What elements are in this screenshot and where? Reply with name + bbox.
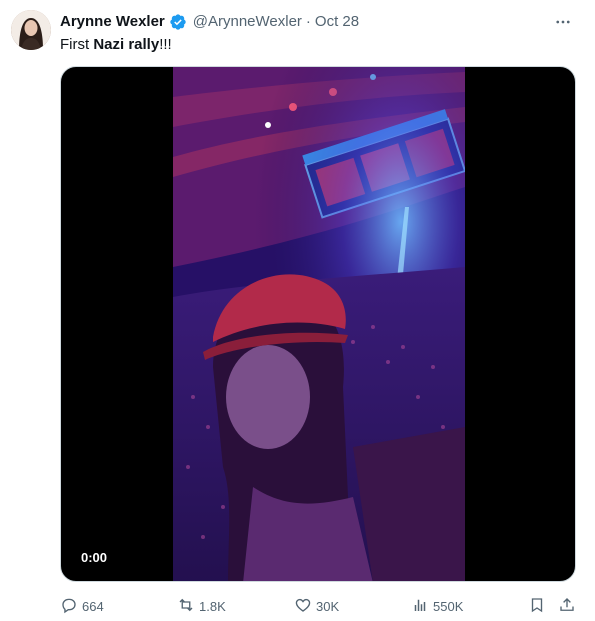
dot-separator: ·	[305, 13, 311, 30]
tweet-header: Arynne Wexler @ArynneWexler · Oct 28	[60, 12, 359, 32]
video-player[interactable]: 0:00	[60, 66, 576, 582]
share-icon	[558, 596, 576, 617]
heart-icon	[294, 596, 312, 617]
like-count: 30K	[316, 599, 340, 614]
more-options-icon[interactable]	[553, 12, 573, 32]
tweet-date[interactable]: Oct 28	[315, 12, 359, 32]
author-name[interactable]: Arynne Wexler	[60, 12, 165, 32]
bookmark-button[interactable]	[528, 596, 546, 617]
repost-icon	[177, 596, 195, 617]
repost-count: 1.8K	[199, 599, 226, 614]
views-chart-icon	[411, 596, 429, 617]
author-handle[interactable]: @ArynneWexler	[193, 12, 302, 32]
verified-badge-icon	[169, 13, 187, 31]
tweet-text-prefix: First	[60, 36, 94, 53]
tweet-text-suffix: !!!	[159, 36, 172, 53]
reply-button[interactable]: 664	[60, 596, 104, 617]
tweet-text: First Nazi rally!!!	[60, 35, 172, 55]
views-button[interactable]: 550K	[411, 596, 463, 617]
tweet-text-bold: Nazi rally	[93, 36, 160, 53]
share-button[interactable]	[558, 596, 576, 617]
bookmark-icon	[528, 596, 546, 617]
like-button[interactable]: 30K	[294, 596, 339, 617]
reply-count: 664	[82, 599, 104, 614]
reply-icon	[60, 596, 78, 617]
video-frame[interactable]	[173, 67, 465, 581]
avatar[interactable]	[11, 10, 51, 50]
repost-button[interactable]: 1.8K	[177, 596, 226, 617]
tweet-actions: 664 1.8K 30K 550K	[60, 596, 580, 616]
video-timestamp: 0:00	[81, 550, 108, 565]
views-count: 550K	[433, 599, 464, 614]
